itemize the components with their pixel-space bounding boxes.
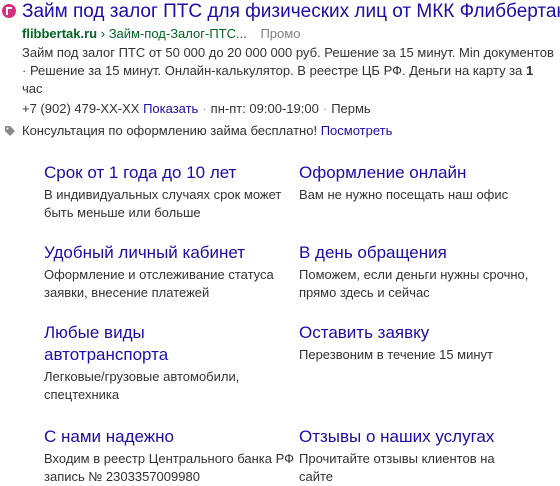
work-hours: пн-пт: 09:00-19:00 — [210, 101, 319, 116]
url-line: flibbertak.ru › Займ-под-Залог-ПТС... Пр… — [22, 26, 300, 42]
sitelink-title[interactable]: Срок от 1 года до 10 лет — [44, 162, 294, 184]
sitelink-title[interactable]: В день обращения — [299, 242, 549, 264]
phone-number: +7 (902) 479-XX-XX — [22, 101, 140, 116]
sitelink-title[interactable]: С нами надежно — [44, 426, 294, 448]
separator-dot: · — [322, 101, 328, 116]
sitelink-title[interactable]: Отзывы о наших услугах — [299, 426, 529, 448]
site-favicon-icon — [2, 4, 16, 18]
snippet-bold: 1 — [525, 63, 534, 78]
sitelink-desc: Оформление и отслеживание статуса заявки… — [44, 267, 274, 300]
sitelink-reviews: Отзывы о наших услугах Прочитайте отзывы… — [299, 426, 529, 486]
contacts-line: +7 (902) 479-XX-XX Показать · пн-пт: 09:00… — [22, 100, 371, 118]
sitelink-desc: Легковые/грузовые автомобили, спецтехник… — [44, 369, 240, 402]
sitelink-desc: Перезвоним в течение 15 минут — [299, 347, 494, 362]
sitelink-title[interactable]: Оставить заявку — [299, 322, 549, 344]
sitelink-online: Оформление онлайн Вам не нужно посещать … — [299, 162, 549, 204]
sitelink-title[interactable]: Оформление онлайн — [299, 162, 549, 184]
promo-view-link[interactable]: Посмотреть — [321, 123, 393, 138]
sitelink-reliable: С нами надежно Входим в реестр Центральн… — [44, 426, 294, 486]
promo-badge: Промо — [260, 26, 301, 41]
domain-link[interactable]: flibbertak.ru — [22, 26, 97, 41]
sitelink-desc: Вам не нужно посещать наш офис — [299, 187, 509, 202]
separator-dot: · — [202, 101, 207, 116]
sitelink-desc: Поможем, если деньги нужны срочно, прямо… — [299, 267, 529, 300]
city: Пермь — [331, 101, 371, 116]
ad-snippet: Займ под залог ПТС от 50 000 до 20 000 0… — [22, 44, 554, 98]
show-phone-link[interactable]: Показать — [143, 101, 198, 116]
snippet-text: Займ под залог ПТС от 50 000 до 20 000 0… — [22, 45, 554, 78]
promo-text: Консультация по оформлению займа бесплат… — [22, 123, 318, 138]
sitelink-same-day: В день обращения Поможем, если деньги ну… — [299, 242, 549, 302]
tag-icon — [5, 126, 15, 136]
path-link[interactable]: › Займ-под-Залог-ПТС... — [101, 26, 247, 41]
sitelink-apply: Оставить заявку Перезвоним в течение 15 … — [299, 322, 549, 364]
sitelink-vehicles: Любые виды автотранспорта Легковые/грузо… — [44, 322, 254, 404]
sitelink-cabinet: Удобный личный кабинет Оформление и отсл… — [44, 242, 294, 302]
sitelink-title[interactable]: Удобный личный кабинет — [44, 242, 294, 264]
ad-title-link[interactable]: Займ под залог ПТС для физических лиц от… — [22, 0, 560, 24]
snippet-end: час — [22, 81, 43, 96]
sitelink-desc: В индивидуальных случаях срок может быть… — [44, 187, 282, 220]
promo-line: Консультация по оформлению займа бесплат… — [5, 122, 393, 140]
sitelink-desc: Входим в реестр Центрального банка РФ за… — [44, 451, 295, 484]
sitelink-title[interactable]: Любые виды автотранспорта — [44, 322, 254, 366]
sitelink-term: Срок от 1 года до 10 лет В индивидуальны… — [44, 162, 294, 222]
sitelink-desc: Прочитайте отзывы клиентов на сайте — [299, 451, 495, 484]
